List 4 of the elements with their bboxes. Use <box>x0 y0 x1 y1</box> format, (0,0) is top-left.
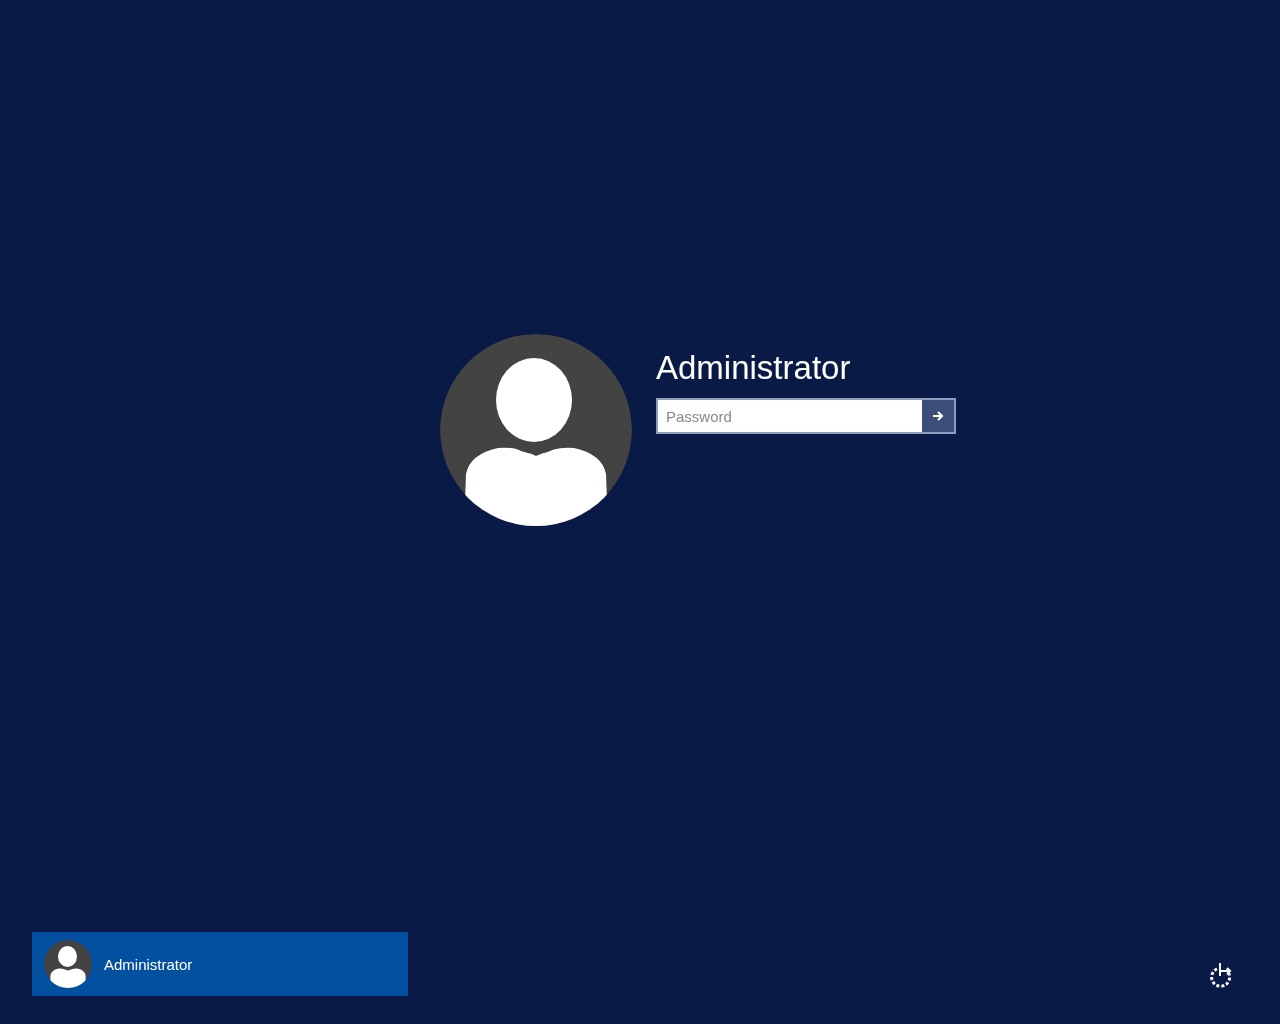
avatar-icon <box>44 940 92 988</box>
user-tile[interactable]: Administrator <box>32 932 408 996</box>
ease-of-access-icon[interactable] <box>1208 962 1234 988</box>
user-name: Administrator <box>656 348 852 388</box>
